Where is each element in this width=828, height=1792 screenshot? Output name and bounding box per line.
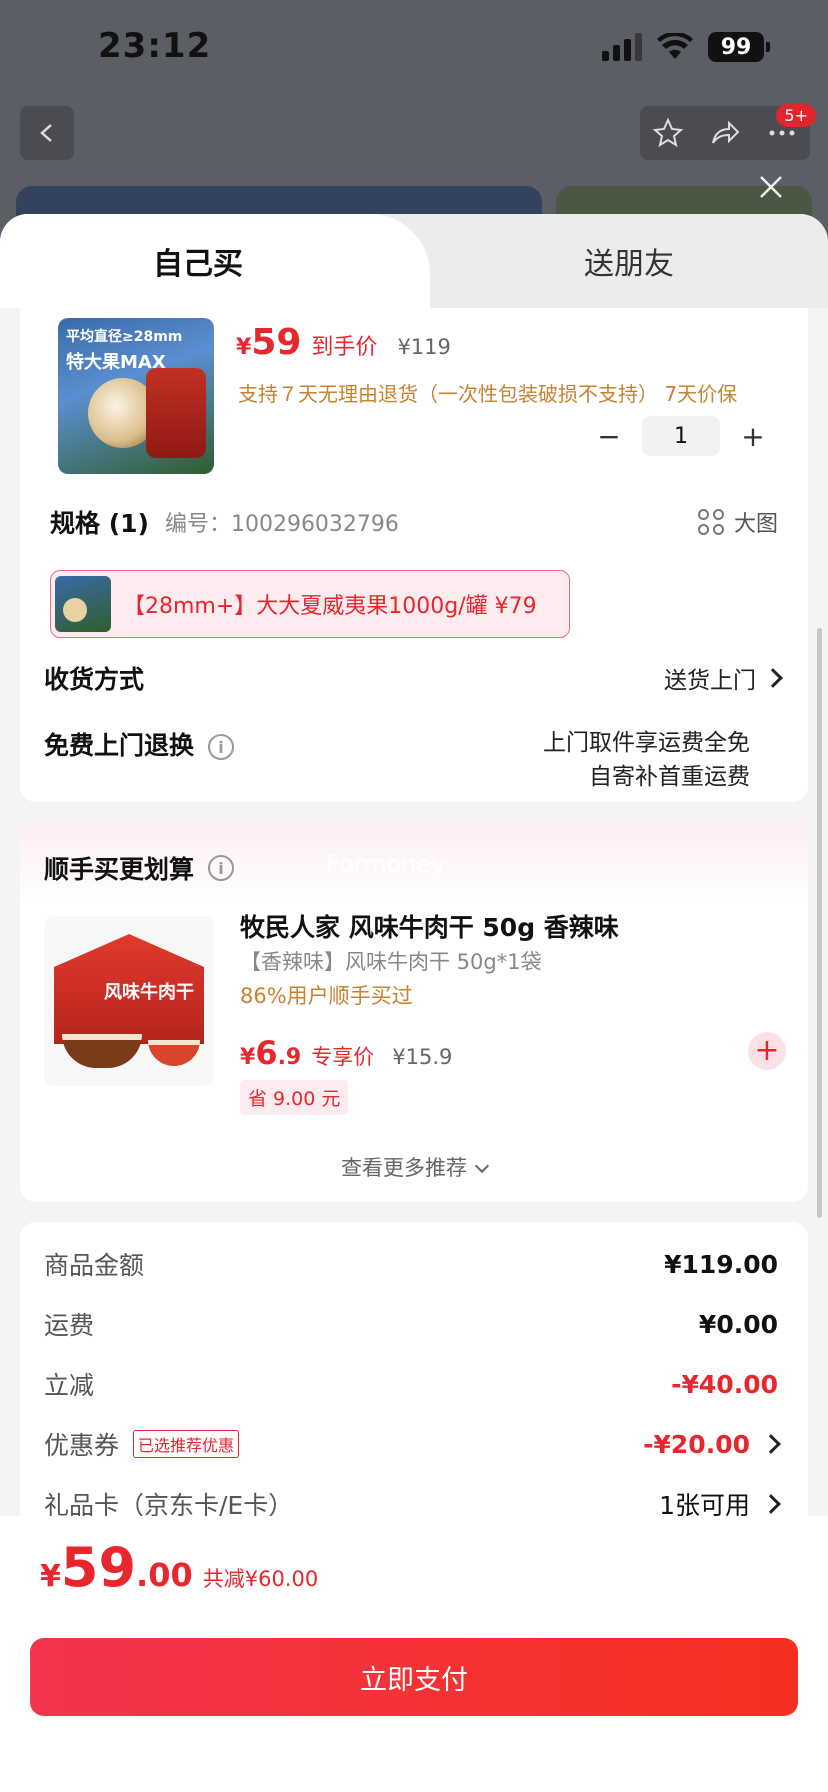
chevron-right-icon (761, 1434, 781, 1454)
instant-discount-label: 立减 (44, 1371, 95, 1400)
notification-badge: 5+ (776, 104, 816, 127)
free-return-value: 上门取件享运费全免 自寄补首重运费 (543, 730, 750, 790)
pay-now-button[interactable]: 立即支付 (30, 1638, 798, 1716)
product-image-jar (146, 368, 206, 458)
addon-image-bowl (62, 1034, 142, 1068)
addon-price: ¥6.9 (240, 1034, 302, 1072)
addon-image-label: 风味牛肉干 (104, 982, 194, 1003)
addon-add-button[interactable]: + (748, 1032, 786, 1070)
battery-icon: 99 (708, 32, 770, 62)
total-price: ¥59.00 共减¥60.00 (40, 1536, 319, 1599)
instant-discount-value: -¥40.00 (671, 1369, 778, 1399)
product-image-text: 平均直径≥28mm (66, 329, 183, 345)
spec-title: 规格 (1) (50, 509, 149, 538)
watermark: Formoney (326, 850, 446, 878)
tab-bar: 送朋友 自己买 (0, 214, 828, 308)
tab-self[interactable]: 自己买 (0, 214, 430, 308)
chevron-right-icon (761, 1494, 781, 1514)
coupon-value: -¥20.00 (643, 1429, 750, 1459)
return-policy-note: 支持７天无理由退货（一次性包装破损不支持） 7天价保 (238, 382, 738, 406)
sku-label: 【28mm+】大大夏威夷果1000g/罐 ¥79 (123, 594, 537, 619)
price: ¥59 (236, 322, 302, 363)
shipping-method-row[interactable]: 收货方式 送货上门 (44, 660, 783, 696)
status-bar: 23:12 99 (0, 0, 828, 100)
addon-product-name[interactable]: 牧民人家 风味牛肉干 50g 香辣味 (240, 908, 619, 944)
product-card: 平均直径≥28mm 特大果MAX ¥59 到手价 ¥119 支持７天无理由退货（… (20, 308, 808, 802)
spec-number: 编号：100296032796 (164, 512, 399, 537)
close-icon[interactable] (756, 172, 786, 202)
addon-original-price: ¥15.9 (392, 1045, 453, 1069)
wifi-icon (657, 33, 693, 59)
sku-option[interactable]: 【28mm+】大大夏威夷果1000g/罐 ¥79 (50, 570, 570, 638)
goods-amount-value: ¥119.00 (664, 1249, 778, 1279)
addon-card: 顺手买更划算 i Formoney 风味牛肉干 牧民人家 风味牛肉干 50g 香辣… (20, 822, 808, 1202)
total-saved: 共减¥60.00 (202, 1567, 319, 1591)
scrollbar[interactable] (817, 628, 822, 1218)
addon-image-bowl (148, 1040, 200, 1066)
qty-minus-button[interactable]: − (594, 420, 624, 453)
addon-price-label: 专享价 (311, 1045, 375, 1069)
signal-icon (602, 33, 642, 61)
quantity-stepper: − 1 + (594, 416, 768, 456)
status-time: 23:12 (98, 26, 212, 66)
coupon-chip: 已选推荐优惠 (133, 1430, 240, 1458)
sku-thumbnail (55, 576, 111, 632)
star-icon[interactable] (652, 117, 684, 149)
price-label: 到手价 (311, 335, 378, 360)
share-icon[interactable] (709, 117, 741, 149)
info-icon[interactable]: i (208, 734, 235, 760)
goods-amount-label: 商品金额 (44, 1251, 145, 1280)
price-summary-card: 商品金额 ¥119.00 运费 ¥0.00 立减 -¥40.00 优惠券 已选推… (20, 1222, 808, 1542)
qty-input[interactable]: 1 (642, 416, 720, 456)
status-icons: 99 (602, 32, 770, 62)
shipping-fee-label: 运费 (44, 1311, 95, 1340)
chevron-right-icon (763, 668, 783, 688)
goods-amount-row: 商品金额 ¥119.00 (44, 1246, 778, 1282)
chevron-down-icon (474, 1158, 490, 1174)
shipping-fee-value: ¥0.00 (698, 1309, 778, 1339)
tab-gift[interactable]: 送朋友 (430, 214, 828, 308)
shipping-value: 送货上门 (664, 661, 783, 695)
addon-title: 顺手买更划算 i (44, 850, 235, 886)
chevron-left-icon (40, 124, 52, 142)
addon-product-spec: 【香辣味】风味牛肉干 50g*1袋 (240, 950, 542, 974)
original-price: ¥119 (397, 335, 451, 359)
big-image-button[interactable]: 大图 (697, 506, 778, 538)
free-return-row: 免费上门退换 i 上门取件享运费全免 自寄补首重运费 (44, 726, 750, 794)
more-recommendations-button[interactable]: 查看更多推荐 (20, 1152, 808, 1182)
addon-price-row: ¥6.9 专享价 ¥15.9 (240, 1034, 452, 1072)
instant-discount-row: 立减 -¥40.00 (44, 1366, 778, 1402)
addon-buyers-note: 86%用户顺手买过 (240, 984, 413, 1008)
coupon-value-wrap: -¥20.00 (643, 1429, 781, 1459)
grid-icon (697, 509, 724, 535)
qty-plus-button[interactable]: + (738, 420, 768, 453)
spec-row: 规格 (1) 编号：100296032796 大图 (50, 504, 778, 540)
shipping-label: 收货方式 (44, 665, 145, 694)
checkout-footer: ¥59.00 共减¥60.00 立即支付 (0, 1516, 828, 1792)
price-row: ¥59 到手价 ¥119 (236, 322, 451, 363)
info-icon[interactable]: i (208, 855, 235, 881)
shipping-fee-row: 运费 ¥0.00 (44, 1306, 778, 1342)
addon-save-badge: 省 9.00 元 (240, 1080, 349, 1115)
coupon-label: 优惠券 已选推荐优惠 (44, 1426, 240, 1462)
coupon-row[interactable]: 优惠券 已选推荐优惠 -¥20.00 (44, 1426, 781, 1462)
addon-product-image[interactable]: 风味牛肉干 (44, 916, 214, 1086)
free-return-label: 免费上门退换 i (44, 726, 235, 794)
product-image[interactable]: 平均直径≥28mm 特大果MAX (58, 318, 214, 474)
back-button[interactable] (20, 106, 74, 160)
